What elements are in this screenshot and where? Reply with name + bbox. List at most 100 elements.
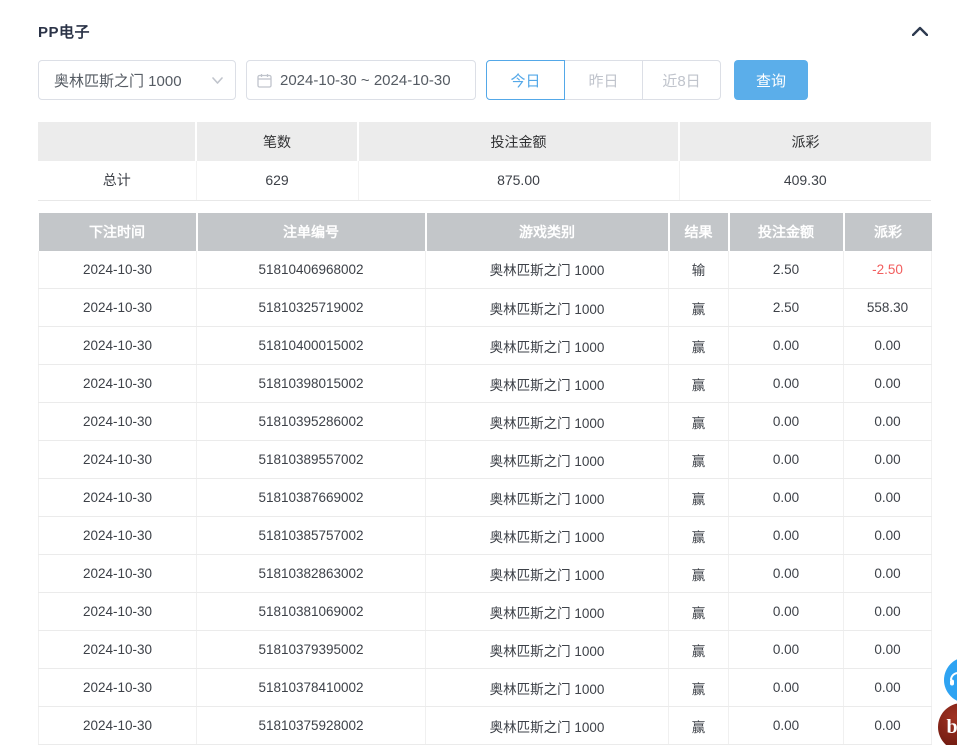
- cell-game-category: 奥林匹斯之门 1000: [426, 365, 669, 403]
- cell-game-category: 奥林匹斯之门 1000: [426, 327, 669, 365]
- cell-game-category: 奥林匹斯之门 1000: [426, 517, 669, 555]
- cell-bet-id: 51810378410002: [197, 669, 426, 707]
- cell-result: 赢: [669, 289, 729, 327]
- yesterday-button[interactable]: 昨日: [564, 60, 643, 100]
- cell-payout: 0.00: [844, 365, 932, 403]
- cell-payout: 0.00: [844, 403, 932, 441]
- table-row[interactable]: 2024-10-30 51810382863002 奥林匹斯之门 1000 赢 …: [39, 555, 932, 593]
- cell-bet-time: 2024-10-30: [39, 555, 197, 593]
- table-row[interactable]: 2024-10-30 51810379395002 奥林匹斯之门 1000 赢 …: [39, 631, 932, 669]
- cell-payout: 0.00: [844, 631, 932, 669]
- cell-bet-time: 2024-10-30: [39, 327, 197, 365]
- cell-result: 赢: [669, 517, 729, 555]
- table-row[interactable]: 2024-10-30 51810406968002 奥林匹斯之门 1000 输 …: [39, 251, 932, 289]
- records-col-bet-id: 注单编号: [197, 213, 426, 251]
- cell-bet-time: 2024-10-30: [39, 669, 197, 707]
- table-row[interactable]: 2024-10-30 51810398015002 奥林匹斯之门 1000 赢 …: [39, 365, 932, 403]
- records-col-payout: 派彩: [844, 213, 932, 251]
- table-row[interactable]: 2024-10-30 51810381069002 奥林匹斯之门 1000 赢 …: [39, 593, 932, 631]
- date-range-picker[interactable]: 2024-10-30 ~ 2024-10-30: [246, 60, 476, 100]
- cell-payout: 0.00: [844, 441, 932, 479]
- cell-payout: 0.00: [844, 479, 932, 517]
- cell-bet-id: 51810400015002: [197, 327, 426, 365]
- cell-game-category: 奥林匹斯之门 1000: [426, 441, 669, 479]
- cell-payout: 0.00: [844, 593, 932, 631]
- cell-bet-id: 51810381069002: [197, 593, 426, 631]
- records-col-result: 结果: [669, 213, 729, 251]
- cell-game-category: 奥林匹斯之门 1000: [426, 403, 669, 441]
- records-header-row: 下注时间 注单编号 游戏类别 结果 投注金额 派彩: [39, 213, 932, 251]
- cell-result: 赢: [669, 403, 729, 441]
- table-row[interactable]: 2024-10-30 51810375928002 奥林匹斯之门 1000 赢 …: [39, 707, 932, 745]
- cell-payout: 0.00: [844, 669, 932, 707]
- today-button[interactable]: 今日: [486, 60, 565, 100]
- cell-payout: 0.00: [844, 517, 932, 555]
- cell-game-category: 奥林匹斯之门 1000: [426, 251, 669, 289]
- cell-payout: 0.00: [844, 327, 932, 365]
- cell-bet-time: 2024-10-30: [39, 707, 197, 745]
- cell-bet-id: 51810398015002: [197, 365, 426, 403]
- cell-payout: 0.00: [844, 707, 932, 745]
- cell-result: 赢: [669, 365, 729, 403]
- cell-result: 赢: [669, 441, 729, 479]
- cell-game-category: 奥林匹斯之门 1000: [426, 593, 669, 631]
- game-select-value: 奥林匹斯之门 1000: [54, 70, 182, 91]
- cell-bet-amount: 0.00: [729, 403, 844, 441]
- last-8-days-button[interactable]: 近8日: [642, 60, 721, 100]
- cell-bet-time: 2024-10-30: [39, 631, 197, 669]
- date-range-value: 2024-10-30 ~ 2024-10-30: [280, 72, 451, 89]
- cell-game-category: 奥林匹斯之门 1000: [426, 289, 669, 327]
- summary-table: 笔数 投注金额 派彩 总计 629 875.00 409.30: [38, 122, 931, 201]
- table-row[interactable]: 2024-10-30 51810385757002 奥林匹斯之门 1000 赢 …: [39, 517, 932, 555]
- cell-result: 赢: [669, 555, 729, 593]
- search-button[interactable]: 查询: [734, 60, 808, 100]
- panel-header: PP电子: [38, 20, 931, 42]
- summary-col-blank: [38, 122, 196, 161]
- cell-payout: 0.00: [844, 555, 932, 593]
- collapse-panel-button[interactable]: [909, 20, 931, 42]
- summary-col-bet-amount: 投注金额: [358, 122, 679, 161]
- cell-bet-id: 51810406968002: [197, 251, 426, 289]
- table-row[interactable]: 2024-10-30 51810389557002 奥林匹斯之门 1000 赢 …: [39, 441, 932, 479]
- records-table: 下注时间 注单编号 游戏类别 结果 投注金额 派彩 2024-10-30 518…: [38, 213, 932, 745]
- cell-result: 赢: [669, 593, 729, 631]
- cell-bet-amount: 0.00: [729, 593, 844, 631]
- summary-col-count: 笔数: [196, 122, 358, 161]
- table-row[interactable]: 2024-10-30 51810378410002 奥林匹斯之门 1000 赢 …: [39, 669, 932, 707]
- cell-game-category: 奥林匹斯之门 1000: [426, 669, 669, 707]
- cell-bet-time: 2024-10-30: [39, 365, 197, 403]
- headset-icon: [948, 670, 957, 690]
- records-col-game-category: 游戏类别: [426, 213, 669, 251]
- table-row[interactable]: 2024-10-30 51810395286002 奥林匹斯之门 1000 赢 …: [39, 403, 932, 441]
- cell-bet-amount: 0.00: [729, 479, 844, 517]
- cell-bet-amount: 0.00: [729, 555, 844, 593]
- cell-result: 赢: [669, 327, 729, 365]
- chevron-down-icon: [212, 77, 223, 84]
- quick-date-buttons: 今日 昨日 近8日: [486, 60, 721, 100]
- panel-title: PP电子: [38, 21, 90, 42]
- filter-row: 奥林匹斯之门 1000 2024-10-30 ~ 2024-10-30 今日 昨…: [38, 60, 931, 100]
- cell-bet-time: 2024-10-30: [39, 289, 197, 327]
- table-row[interactable]: 2024-10-30 51810387669002 奥林匹斯之门 1000 赢 …: [39, 479, 932, 517]
- records-col-bet-time: 下注时间: [39, 213, 197, 251]
- cell-bet-id: 51810389557002: [197, 441, 426, 479]
- summary-header-row: 笔数 投注金额 派彩: [38, 122, 931, 161]
- cell-bet-time: 2024-10-30: [39, 441, 197, 479]
- summary-total-count: 629: [196, 161, 358, 200]
- cell-bet-amount: 2.50: [729, 251, 844, 289]
- cell-bet-id: 51810375928002: [197, 707, 426, 745]
- table-row[interactable]: 2024-10-30 51810400015002 奥林匹斯之门 1000 赢 …: [39, 327, 932, 365]
- cell-game-category: 奥林匹斯之门 1000: [426, 479, 669, 517]
- cell-bet-amount: 0.00: [729, 517, 844, 555]
- summary-total-label: 总计: [38, 161, 196, 200]
- records-body: 2024-10-30 51810406968002 奥林匹斯之门 1000 输 …: [39, 251, 932, 745]
- table-row[interactable]: 2024-10-30 51810325719002 奥林匹斯之门 1000 赢 …: [39, 289, 932, 327]
- game-select[interactable]: 奥林匹斯之门 1000: [38, 60, 236, 100]
- chevron-up-icon: [912, 26, 928, 36]
- calendar-icon: [257, 73, 272, 88]
- cell-game-category: 奥林匹斯之门 1000: [426, 631, 669, 669]
- records-col-bet-amount: 投注金额: [729, 213, 844, 251]
- cell-result: 赢: [669, 669, 729, 707]
- cell-result: 赢: [669, 631, 729, 669]
- summary-total-bet-amount: 875.00: [358, 161, 679, 200]
